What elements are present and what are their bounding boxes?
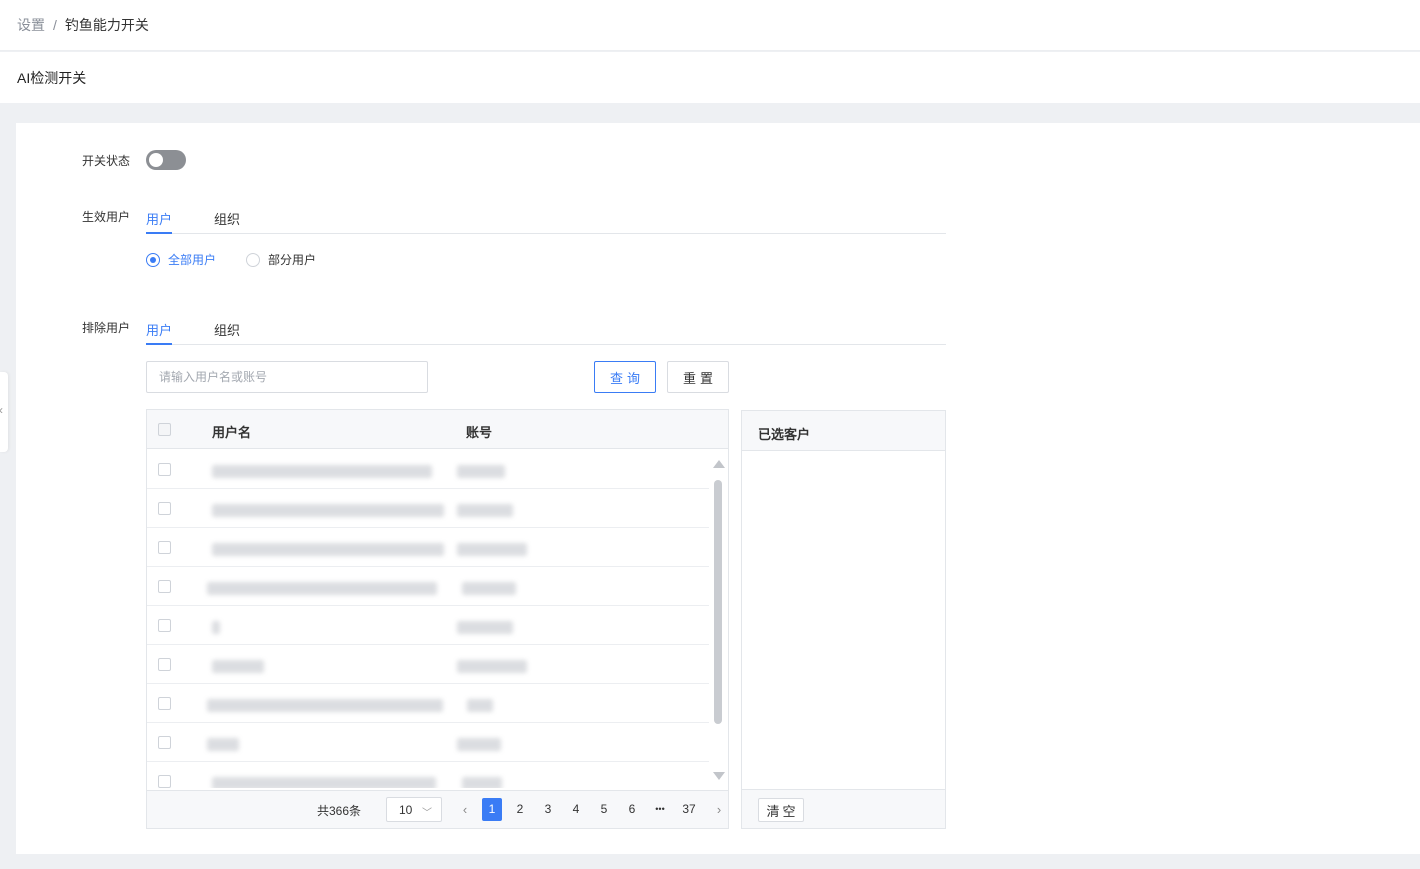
redacted-username bbox=[212, 660, 264, 673]
row-checkbox[interactable] bbox=[158, 541, 171, 554]
page-4[interactable]: 4 bbox=[566, 798, 586, 821]
row-checkbox[interactable] bbox=[158, 736, 171, 749]
tab-effective-org[interactable]: 组织 bbox=[214, 202, 240, 234]
table-row[interactable] bbox=[147, 762, 709, 788]
radio-all-label: 全部用户 bbox=[168, 253, 217, 267]
sidebar-collapse-handle[interactable]: ‹ bbox=[0, 372, 8, 452]
page-2[interactable]: 2 bbox=[510, 798, 530, 821]
switch-status-label: 开关状态 bbox=[82, 154, 131, 168]
tab-effective-user[interactable]: 用户 bbox=[146, 202, 173, 234]
redacted-account bbox=[457, 465, 505, 478]
page-3[interactable]: 3 bbox=[538, 798, 558, 821]
column-header-username: 用户名 bbox=[212, 425, 252, 440]
clear-button[interactable]: 清空 bbox=[758, 798, 804, 822]
row-checkbox[interactable] bbox=[158, 502, 171, 515]
redacted-account bbox=[457, 543, 527, 556]
column-header-account: 账号 bbox=[466, 425, 493, 440]
radio-partial-indicator bbox=[246, 252, 260, 267]
radio-partial-users[interactable]: 部分用户 bbox=[246, 251, 316, 268]
selected-customers-title: 已选客户 bbox=[742, 411, 945, 451]
redacted-username bbox=[212, 777, 436, 788]
redacted-username bbox=[212, 621, 220, 634]
table-header: 用户名 账号 bbox=[147, 410, 728, 449]
tab-exclude-org[interactable]: 组织 bbox=[214, 313, 240, 345]
user-table: 用户名 账号 共366条 10 ﹀ ‹ 1 2 3 4 5 6 ••• 37 › bbox=[146, 409, 729, 829]
chevron-left-icon[interactable]: ‹ bbox=[455, 798, 475, 821]
radio-partial-label: 部分用户 bbox=[268, 253, 317, 267]
table-scrollbar[interactable] bbox=[711, 458, 725, 784]
section-title-bar: AI检测开关 bbox=[0, 52, 1420, 103]
chevron-right-icon[interactable]: › bbox=[709, 798, 729, 821]
exclude-users-label: 排除用户 bbox=[82, 321, 131, 335]
page-1[interactable]: 1 bbox=[482, 798, 502, 821]
table-row[interactable] bbox=[147, 723, 709, 762]
switch-knob bbox=[149, 153, 163, 167]
redacted-username bbox=[207, 699, 443, 712]
table-row[interactable] bbox=[147, 567, 709, 606]
effective-tabs: 用户 组织 bbox=[146, 202, 946, 234]
row-checkbox[interactable] bbox=[158, 658, 171, 671]
redacted-username bbox=[212, 504, 444, 517]
row-checkbox[interactable] bbox=[158, 697, 171, 710]
selected-customers-footer: 清空 bbox=[742, 789, 945, 828]
redacted-account bbox=[462, 582, 516, 595]
page-size-value: 10 bbox=[399, 803, 413, 817]
page-title: AI检测开关 bbox=[17, 69, 87, 86]
radio-all-users[interactable]: 全部用户 bbox=[146, 251, 216, 268]
chevron-left-icon: ‹ bbox=[0, 403, 3, 417]
query-button[interactable]: 查询 bbox=[594, 361, 656, 393]
row-checkbox[interactable] bbox=[158, 463, 171, 476]
chevron-down-icon: ﹀ bbox=[422, 808, 432, 819]
table-body bbox=[147, 450, 709, 788]
table-row[interactable] bbox=[147, 450, 709, 489]
page-size-select[interactable]: 10 ﹀ bbox=[386, 797, 442, 822]
select-all-checkbox[interactable] bbox=[158, 423, 171, 436]
tab-exclude-user[interactable]: 用户 bbox=[146, 313, 173, 345]
table-row[interactable] bbox=[147, 684, 709, 723]
total-count: 共366条 bbox=[317, 804, 362, 818]
page-6[interactable]: 6 bbox=[622, 798, 642, 821]
table-row[interactable] bbox=[147, 645, 709, 684]
scroll-up-arrow-icon[interactable] bbox=[713, 460, 725, 468]
redacted-account bbox=[457, 660, 527, 673]
redacted-username bbox=[207, 582, 437, 595]
table-row[interactable] bbox=[147, 528, 709, 567]
breadcrumb-separator: / bbox=[53, 17, 57, 33]
table-row[interactable] bbox=[147, 606, 709, 645]
redacted-account bbox=[457, 738, 501, 751]
redacted-username bbox=[207, 738, 239, 751]
redacted-account bbox=[457, 621, 513, 634]
page-5[interactable]: 5 bbox=[594, 798, 614, 821]
reset-button[interactable]: 重置 bbox=[667, 361, 729, 393]
radio-all-indicator bbox=[146, 252, 160, 267]
breadcrumb-item-current: 钓鱼能力开关 bbox=[64, 17, 149, 33]
row-checkbox[interactable] bbox=[158, 775, 171, 788]
page-last[interactable]: 37 bbox=[679, 798, 699, 821]
exclude-tabs: 用户 组织 bbox=[146, 313, 946, 345]
row-checkbox[interactable] bbox=[158, 580, 171, 593]
row-checkbox[interactable] bbox=[158, 619, 171, 632]
scrollbar-thumb[interactable] bbox=[714, 480, 722, 724]
redacted-username bbox=[212, 465, 432, 478]
breadcrumb: 设置 / 钓鱼能力开关 bbox=[0, 0, 1420, 51]
redacted-account bbox=[457, 504, 513, 517]
search-input[interactable] bbox=[146, 361, 428, 393]
redacted-username bbox=[212, 543, 444, 556]
redacted-account bbox=[467, 699, 493, 712]
scroll-down-arrow-icon[interactable] bbox=[713, 772, 725, 780]
table-row[interactable] bbox=[147, 489, 709, 528]
page-ellipsis[interactable]: ••• bbox=[650, 798, 670, 821]
breadcrumb-item-settings[interactable]: 设置 bbox=[17, 15, 45, 35]
status-switch[interactable] bbox=[146, 150, 186, 170]
selected-customers-panel: 已选客户 清空 bbox=[741, 410, 946, 829]
pagination: 共366条 10 ﹀ ‹ 1 2 3 4 5 6 ••• 37 › bbox=[147, 790, 728, 828]
effective-users-label: 生效用户 bbox=[82, 210, 131, 224]
redacted-account bbox=[462, 777, 502, 788]
